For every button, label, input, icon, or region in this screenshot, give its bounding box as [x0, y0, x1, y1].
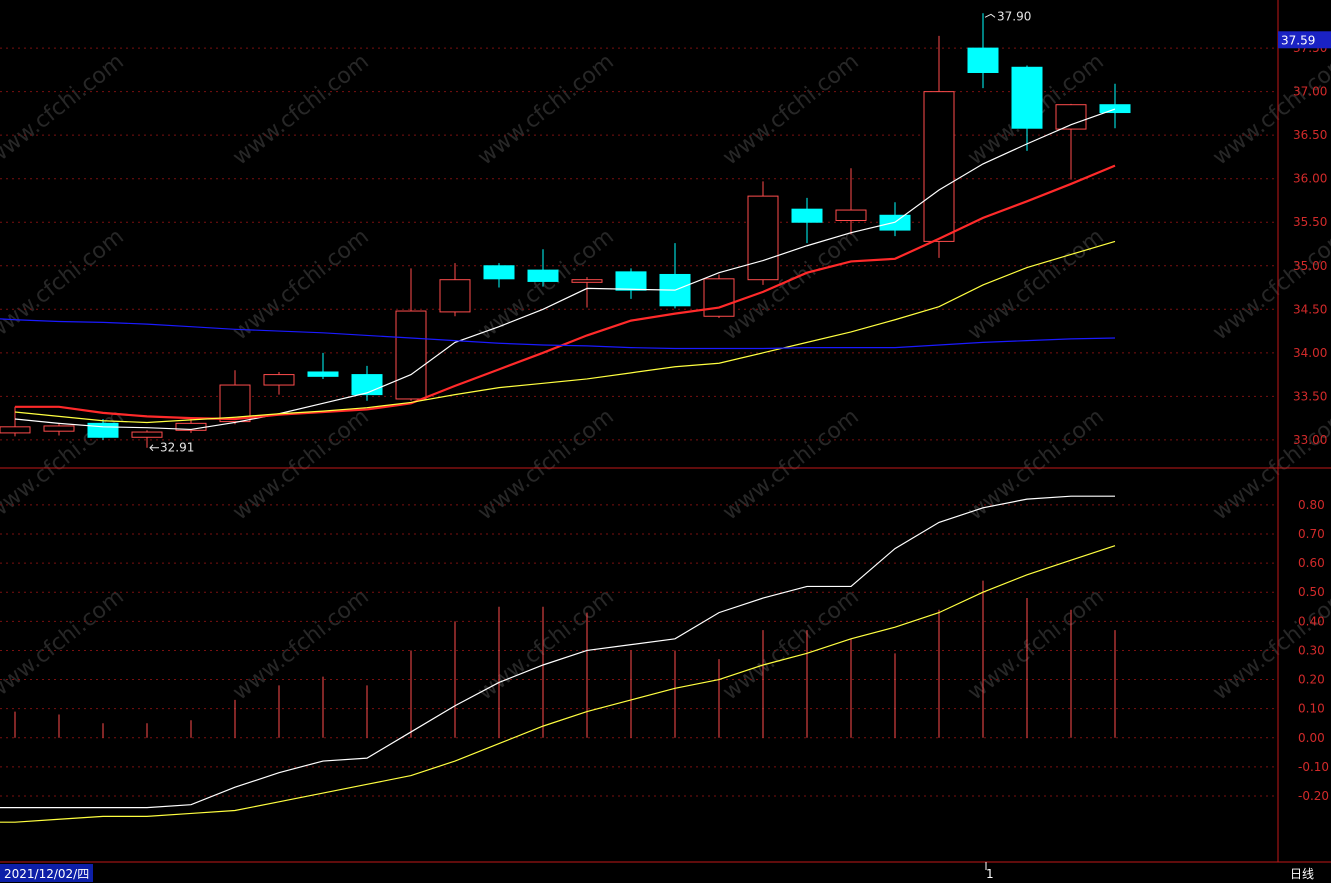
- indicator-tick-label: 0.20: [1298, 673, 1325, 687]
- watermark-text: www.cfchi.com: [228, 584, 373, 705]
- candle[interactable]: [703, 274, 735, 318]
- candle[interactable]: [967, 13, 999, 89]
- watermark-text: www.cfchi.com: [473, 224, 618, 345]
- candle[interactable]: [835, 168, 867, 235]
- price-tick-label: 33.00: [1293, 433, 1327, 447]
- candle-body: [307, 371, 339, 377]
- chart-canvas[interactable]: www.cfchi.com www.cfchi.com www.cfchi.com w…: [0, 0, 1331, 883]
- watermark-text: www.cfchi.com: [718, 49, 863, 170]
- candle-body: [483, 265, 515, 280]
- watermark-text: www.cfchi.com: [228, 224, 373, 345]
- candle[interactable]: [131, 430, 163, 448]
- candle-body: [1011, 66, 1043, 129]
- candle-body: [923, 91, 955, 242]
- low-price-label: 32.91: [160, 441, 194, 455]
- candle[interactable]: [395, 268, 427, 401]
- watermark-text: www.cfchi.com: [1208, 49, 1331, 170]
- indicator-tick-label: 0.10: [1298, 702, 1325, 716]
- candle[interactable]: [879, 202, 911, 237]
- chart-frame: [0, 0, 1331, 870]
- indicator-line: [0, 495, 1115, 809]
- candle-body: [967, 47, 999, 73]
- candle-body: [703, 278, 735, 317]
- candle-body: [1099, 104, 1131, 114]
- candle-body: [615, 271, 647, 291]
- watermark-text: www.cfchi.com: [0, 49, 129, 170]
- price-tick-label: 35.50: [1293, 215, 1327, 229]
- candle-body: [835, 209, 867, 221]
- watermark-text: www.cfchi.com: [0, 224, 129, 345]
- candle[interactable]: [43, 423, 75, 436]
- watermark-text: www.cfchi.com: [473, 404, 618, 525]
- high-price-label: 37.90: [997, 9, 1031, 23]
- candle[interactable]: [263, 371, 295, 395]
- candle[interactable]: [483, 263, 515, 288]
- price-tick-label: 37.00: [1293, 85, 1327, 99]
- indicator-tick-label: 0.70: [1298, 527, 1325, 541]
- time-marker-label: 1: [986, 867, 994, 881]
- candle-body: [351, 374, 383, 396]
- candle-body: [747, 195, 779, 281]
- candle[interactable]: [1055, 103, 1087, 180]
- watermark-text: www.cfchi.com: [1208, 224, 1331, 345]
- low-arrow: [149, 444, 159, 452]
- price-tick-label: 35.00: [1293, 259, 1327, 273]
- price-tick-label: 36.50: [1293, 128, 1327, 142]
- candle-body: [439, 279, 471, 313]
- watermark-text: www.cfchi.com: [718, 584, 863, 705]
- candle[interactable]: [615, 268, 647, 299]
- candle[interactable]: [791, 197, 823, 244]
- watermark-text: www.cfchi.com: [718, 224, 863, 345]
- price-panel[interactable]: 37.90 32.91: [0, 9, 1131, 455]
- candle-body: [571, 279, 603, 283]
- indicator-panel[interactable]: [0, 495, 1116, 823]
- watermark-text: www.cfchi.com: [473, 584, 618, 705]
- indicator-tick-label: 0.80: [1298, 498, 1325, 512]
- candle-body: [43, 425, 75, 432]
- candle-body: [131, 431, 163, 438]
- candle[interactable]: [0, 406, 31, 437]
- indicator-tick-label: -0.20: [1298, 789, 1329, 803]
- candle-body: [263, 374, 295, 386]
- candle[interactable]: [439, 263, 471, 317]
- candle[interactable]: [1099, 83, 1131, 129]
- indicator-tick-label: 0.50: [1298, 585, 1325, 599]
- current-price-label: 37.59: [1281, 33, 1315, 47]
- watermark-text: www.cfchi.com: [228, 404, 373, 525]
- candle[interactable]: [923, 35, 955, 258]
- indicator-tick-label: 0.40: [1298, 614, 1325, 628]
- indicator-tick-label: -0.10: [1298, 760, 1329, 774]
- candle-body: [0, 426, 31, 434]
- price-tick-label: 33.50: [1293, 389, 1327, 403]
- watermark-text: www.cfchi.com: [228, 49, 373, 170]
- candle-body: [527, 269, 559, 282]
- indicator-tick-label: 0.00: [1298, 731, 1325, 745]
- candle[interactable]: [747, 181, 779, 285]
- candle[interactable]: [571, 277, 603, 308]
- price-tick-label: 36.00: [1293, 172, 1327, 186]
- watermark-text: www.cfchi.com: [963, 584, 1108, 705]
- watermark-text: www.cfchi.com: [963, 224, 1108, 345]
- date-label: 2021/12/02/四: [4, 867, 89, 881]
- period-label[interactable]: 日线: [1290, 867, 1314, 881]
- indicator-tick-label: 0.60: [1298, 556, 1325, 570]
- indicator-tick-label: 0.30: [1298, 643, 1325, 657]
- price-tick-label: 34.50: [1293, 302, 1327, 316]
- candle[interactable]: [307, 352, 339, 379]
- watermark-text: www.cfchi.com: [0, 584, 129, 705]
- watermark-text: www.cfchi.com: [718, 404, 863, 525]
- watermark-text: www.cfchi.com: [473, 49, 618, 170]
- candle-body: [395, 310, 427, 400]
- price-tick-label: 34.00: [1293, 346, 1327, 360]
- footer-bar: 2021/12/02/四 日线 1: [0, 864, 1314, 882]
- watermark-layer: www.cfchi.com www.cfchi.com www.cfchi.com w…: [0, 49, 1331, 705]
- candle[interactable]: [659, 243, 691, 309]
- high-arrow: [984, 13, 996, 18]
- candle-body: [1055, 104, 1087, 130]
- watermark-text: www.cfchi.com: [0, 404, 129, 525]
- candle-body: [791, 208, 823, 223]
- indicator-line: [0, 545, 1116, 823]
